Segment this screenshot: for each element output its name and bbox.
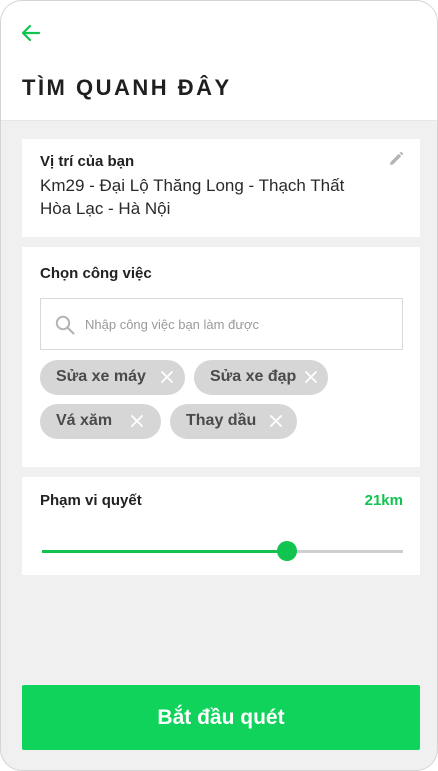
search-icon: [55, 315, 75, 335]
app-header: TÌM QUANH ĐÂY: [1, 1, 437, 121]
edit-location-button[interactable]: [388, 151, 404, 167]
jobs-label: Chọn công việc: [40, 265, 152, 282]
job-chip-label: Sửa xe đạp: [210, 368, 297, 385]
page-title: TÌM QUANH ĐÂY: [22, 75, 232, 100]
job-chip-label: Vá xăm: [56, 412, 113, 429]
location-card: Vị trí của bạn Km29 - Đại Lộ Thăng Long …: [22, 139, 420, 237]
close-icon[interactable]: [269, 414, 283, 428]
range-label: Phạm vi quyết: [40, 492, 142, 509]
range-slider-thumb[interactable]: [277, 541, 298, 561]
back-button[interactable]: [19, 21, 43, 45]
range-slider-track[interactable]: [42, 541, 403, 561]
start-scan-button[interactable]: Bắt đầu quét: [22, 685, 420, 750]
location-address-line2: Hòa Lạc - Hà Nội: [40, 199, 171, 218]
range-value: 21km: [364, 492, 403, 509]
close-icon[interactable]: [130, 414, 144, 428]
range-card: Phạm vi quyết 21km: [22, 477, 420, 575]
location-address-line1: Km29 - Đại Lộ Thăng Long - Thạch Thất: [40, 176, 345, 195]
location-label: Vị trí của bạn: [40, 153, 135, 170]
job-search-input[interactable]: [85, 299, 395, 349]
close-icon[interactable]: [304, 370, 318, 384]
phone-screen: TÌM QUANH ĐÂY Vị trí của bạn Km29 - Đại …: [0, 0, 438, 771]
job-search-box: [40, 298, 403, 350]
job-chip-sua-xe-dap[interactable]: Sửa xe đạp: [194, 360, 328, 395]
arrow-left-icon: [21, 24, 41, 42]
pencil-icon: [390, 151, 404, 165]
job-chip-thay-dau[interactable]: Thay dầu: [170, 404, 297, 439]
job-chip-label: Sửa xe máy: [56, 368, 146, 385]
jobs-card: Chọn công việc Sửa xe máy Sửa xe đạp Vá …: [22, 247, 420, 467]
close-icon[interactable]: [160, 370, 174, 384]
range-slider-fill: [42, 550, 288, 553]
job-chip-label: Thay dầu: [186, 412, 257, 429]
job-chip-sua-xe-may[interactable]: Sửa xe máy: [40, 360, 185, 395]
job-chip-va-xam[interactable]: Vá xăm: [40, 404, 161, 439]
